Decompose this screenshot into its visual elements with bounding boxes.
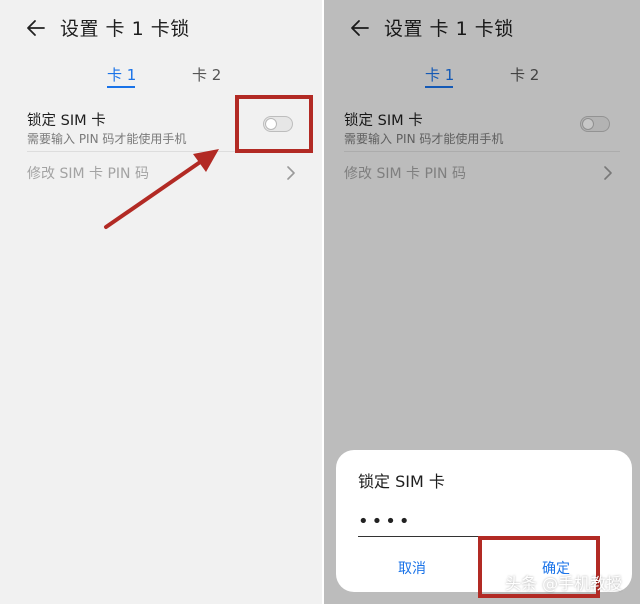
back-arrow-icon[interactable] (24, 16, 48, 40)
screenshot-stage: 设置 卡 1 卡锁 卡 1 卡 2 锁定 SIM 卡 需要输入 PIN 码才能使… (0, 0, 640, 604)
lock-sim-subtitle: 需要输入 PIN 码才能使用手机 (344, 132, 504, 146)
lock-sim-subtitle: 需要输入 PIN 码才能使用手机 (27, 132, 187, 146)
back-arrow-icon[interactable] (348, 16, 372, 40)
tab-active-indicator (425, 86, 453, 88)
tab-sim-2[interactable]: 卡 2 (192, 64, 221, 85)
chevron-right-icon (286, 165, 296, 180)
right-screen: 设置 卡 1 卡锁 卡 1 卡 2 锁定 SIM 卡 需要输入 PIN 码才能使… (324, 0, 640, 604)
header: 设置 卡 1 卡锁 (324, 0, 640, 56)
toggle-knob (265, 118, 277, 130)
page-title: 设置 卡 1 卡锁 (60, 18, 190, 40)
lock-sim-row: 锁定 SIM 卡 需要输入 PIN 码才能使用手机 (324, 105, 640, 153)
pin-input[interactable] (358, 506, 506, 537)
lock-sim-row: 锁定 SIM 卡 需要输入 PIN 码才能使用手机 (0, 105, 322, 153)
row-divider (344, 151, 620, 152)
tab-sim-1[interactable]: 卡 1 (107, 64, 136, 85)
change-pin-row[interactable]: 修改 SIM 卡 PIN 码 (324, 156, 640, 190)
lock-sim-toggle[interactable] (263, 116, 293, 132)
page-title: 设置 卡 1 卡锁 (384, 18, 514, 40)
sim-tabs: 卡 1 卡 2 (324, 64, 640, 96)
cancel-button[interactable]: 取消 (398, 558, 426, 578)
watermark: 头条 @手机教授 (505, 574, 623, 593)
sim-tabs: 卡 1 卡 2 (0, 64, 322, 96)
lock-sim-title: 锁定 SIM 卡 (344, 113, 423, 129)
chevron-right-icon (603, 165, 613, 180)
lock-sim-toggle[interactable] (580, 116, 610, 132)
row-divider (27, 151, 303, 152)
tab-sim-2[interactable]: 卡 2 (510, 64, 539, 85)
change-pin-label: 修改 SIM 卡 PIN 码 (27, 166, 149, 182)
tab-sim-1[interactable]: 卡 1 (425, 64, 454, 85)
left-screen: 设置 卡 1 卡锁 卡 1 卡 2 锁定 SIM 卡 需要输入 PIN 码才能使… (0, 0, 322, 604)
toggle-knob (582, 118, 594, 130)
lock-sim-title: 锁定 SIM 卡 (27, 113, 106, 129)
header: 设置 卡 1 卡锁 (0, 0, 322, 56)
tab-active-indicator (107, 86, 135, 88)
change-pin-row[interactable]: 修改 SIM 卡 PIN 码 (0, 156, 322, 190)
dialog-title: 锁定 SIM 卡 (358, 472, 445, 491)
change-pin-label: 修改 SIM 卡 PIN 码 (344, 166, 466, 182)
